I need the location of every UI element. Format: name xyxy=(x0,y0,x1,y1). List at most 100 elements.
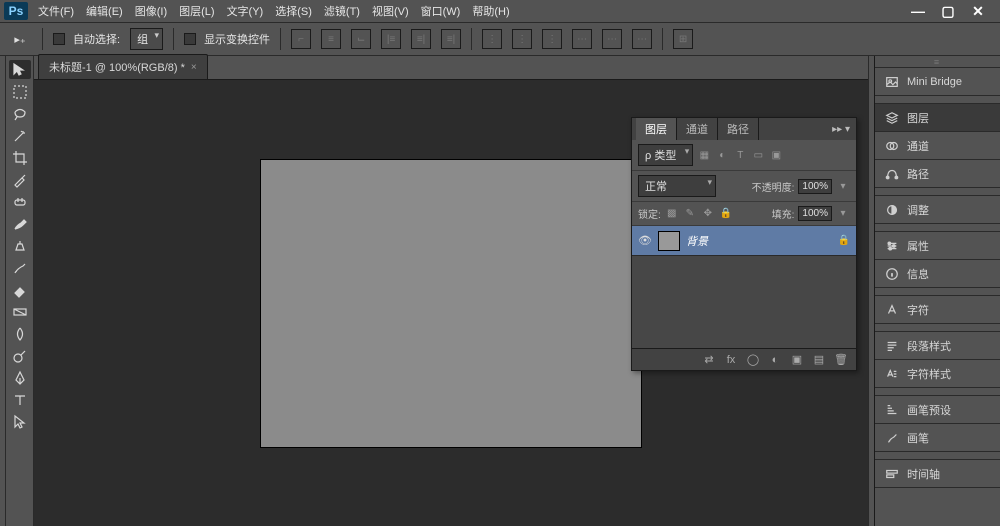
lock-pixels-icon[interactable]: ✎ xyxy=(683,207,697,221)
panel-layers[interactable]: 图层 xyxy=(875,104,1000,132)
canvas[interactable] xyxy=(261,160,641,447)
healing-brush-tool[interactable] xyxy=(9,192,31,211)
distribute-left-icon[interactable]: ⋯ xyxy=(572,29,592,49)
menu-select[interactable]: 选择(S) xyxy=(275,3,312,19)
visibility-toggle-icon[interactable]: 👁 xyxy=(638,234,652,247)
distribute-top-icon[interactable]: ⋮ xyxy=(482,29,502,49)
opacity-stepper-icon[interactable]: ▾ xyxy=(836,179,850,193)
maximize-button[interactable]: ▢ xyxy=(934,2,962,20)
layers-panel[interactable]: 图层 通道 路径 ▸▸ ▾ ρ 类型 ▦ ◐ T ▭ ▣ 正常 不透明度: 10… xyxy=(631,117,857,371)
menu-filter[interactable]: 滤镜(T) xyxy=(324,3,360,19)
filter-shape-icon[interactable]: ▭ xyxy=(751,148,765,162)
tab-layers[interactable]: 图层 xyxy=(636,118,677,140)
align-vcenter-icon[interactable]: ≡ xyxy=(321,29,341,49)
align-top-icon[interactable]: ⌐ xyxy=(291,29,311,49)
fill-value[interactable]: 100% xyxy=(798,206,832,221)
menu-view[interactable]: 视图(V) xyxy=(372,3,409,19)
marquee-tool[interactable] xyxy=(9,82,31,101)
trash-icon[interactable]: 🗑 xyxy=(834,353,848,366)
lock-position-icon[interactable]: ✥ xyxy=(701,207,715,221)
layer-name[interactable]: 背景 xyxy=(686,233,832,249)
filter-smart-icon[interactable]: ▣ xyxy=(769,148,783,162)
menu-type[interactable]: 文字(Y) xyxy=(227,3,264,19)
pen-tool[interactable] xyxy=(9,368,31,387)
blur-tool[interactable] xyxy=(9,324,31,343)
opacity-value[interactable]: 100% xyxy=(798,179,832,194)
align-hcenter-icon[interactable]: ≡| xyxy=(411,29,431,49)
path-select-tool[interactable] xyxy=(9,412,31,431)
document-tab[interactable]: 未标题-1 @ 100%(RGB/8) * × xyxy=(38,54,208,79)
distribute-hcenter-icon[interactable]: ⋯ xyxy=(602,29,622,49)
menu-image[interactable]: 图像(I) xyxy=(135,3,167,19)
menu-edit[interactable]: 编辑(E) xyxy=(86,3,123,19)
align-left-icon[interactable]: |≡ xyxy=(381,29,401,49)
minimize-button[interactable]: — xyxy=(904,2,932,20)
brush-tool[interactable] xyxy=(9,214,31,233)
menu-window[interactable]: 窗口(W) xyxy=(421,3,461,19)
clone-stamp-tool[interactable] xyxy=(9,236,31,255)
fill-stepper-icon[interactable]: ▾ xyxy=(836,207,850,221)
tab-channels[interactable]: 通道 xyxy=(677,118,718,140)
mask-icon[interactable]: ◯ xyxy=(746,353,760,366)
tab-paths[interactable]: 路径 xyxy=(718,118,759,140)
eyedropper-tool[interactable] xyxy=(9,170,31,189)
fx-icon[interactable]: fx xyxy=(724,354,738,366)
layer-filter-dropdown[interactable]: ρ 类型 xyxy=(638,144,693,166)
panel-brush[interactable]: 画笔 xyxy=(875,424,1000,452)
auto-select-dropdown[interactable]: 组 xyxy=(130,28,163,50)
panel-timeline[interactable]: 时间轴 xyxy=(875,460,1000,488)
filter-pixel-icon[interactable]: ▦ xyxy=(697,148,711,162)
panel-paragraph-styles[interactable]: 段落样式 xyxy=(875,332,1000,360)
auto-select-checkbox[interactable] xyxy=(53,33,65,45)
adjustment-layer-icon[interactable]: ◐ xyxy=(768,354,782,366)
lasso-tool[interactable] xyxy=(9,104,31,123)
layer-row-background[interactable]: 👁 背景 🔒 xyxy=(632,226,856,256)
panel-paths[interactable]: 路径 xyxy=(875,160,1000,188)
panel-mini-bridge[interactable]: Mini Bridge xyxy=(875,68,1000,96)
magic-wand-tool[interactable] xyxy=(9,126,31,145)
panel-brush-presets[interactable]: 画笔预设 xyxy=(875,396,1000,424)
blend-mode-dropdown[interactable]: 正常 xyxy=(638,175,716,197)
history-brush-tool[interactable] xyxy=(9,258,31,277)
menu-layer[interactable]: 图层(L) xyxy=(179,3,214,19)
crop-tool[interactable] xyxy=(9,148,31,167)
group-icon[interactable]: ▣ xyxy=(790,353,804,366)
type-tool[interactable] xyxy=(9,390,31,409)
distribute-vcenter-icon[interactable]: ⋮ xyxy=(512,29,532,49)
distribute-right-icon[interactable]: ⋯ xyxy=(632,29,652,49)
filter-adjust-icon[interactable]: ◐ xyxy=(715,148,729,162)
lock-all-icon[interactable]: 🔒 xyxy=(719,207,733,221)
new-layer-icon[interactable]: ▤ xyxy=(812,353,826,366)
auto-select-option[interactable]: 自动选择: xyxy=(53,31,120,47)
dodge-tool[interactable] xyxy=(9,346,31,365)
lock-transparent-icon[interactable]: ▩ xyxy=(665,207,679,221)
move-tool[interactable] xyxy=(9,60,31,79)
distribute-bottom-icon[interactable]: ⋮ xyxy=(542,29,562,49)
auto-align-icon[interactable]: ⊞ xyxy=(673,29,693,49)
panel-properties[interactable]: 属性 xyxy=(875,232,1000,260)
document-tab-close-icon[interactable]: × xyxy=(191,62,197,73)
link-layers-icon[interactable]: ⇄ xyxy=(702,353,716,366)
gradient-tool[interactable] xyxy=(9,302,31,321)
menu-file[interactable]: 文件(F) xyxy=(38,3,74,19)
panel-character[interactable]: 字符 xyxy=(875,296,1000,324)
panel-adjustments[interactable]: 调整 xyxy=(875,196,1000,224)
panel-label: 信息 xyxy=(907,266,929,282)
panel-menu-icon[interactable]: ▸▸ ▾ xyxy=(826,124,856,135)
align-bottom-icon[interactable]: ⌙ xyxy=(351,29,371,49)
show-transform-option[interactable]: 显示变换控件 xyxy=(184,31,270,47)
layer-lock-icon[interactable]: 🔒 xyxy=(838,235,850,246)
close-button[interactable]: ✕ xyxy=(964,2,992,20)
panel-info[interactable]: 信息 xyxy=(875,260,1000,288)
eraser-tool[interactable] xyxy=(9,280,31,299)
filter-type-icon[interactable]: T xyxy=(733,148,747,162)
align-right-icon[interactable]: ≡| xyxy=(441,29,461,49)
document-tab-title: 未标题-1 @ 100%(RGB/8) * xyxy=(49,59,185,75)
panel-channels[interactable]: 通道 xyxy=(875,132,1000,160)
panel-character-styles[interactable]: 字符样式 xyxy=(875,360,1000,388)
menu-help[interactable]: 帮助(H) xyxy=(472,3,509,19)
character-styles-icon xyxy=(885,367,899,381)
layer-thumbnail[interactable] xyxy=(658,231,680,251)
show-transform-checkbox[interactable] xyxy=(184,33,196,45)
dock-grip[interactable] xyxy=(875,56,1000,68)
